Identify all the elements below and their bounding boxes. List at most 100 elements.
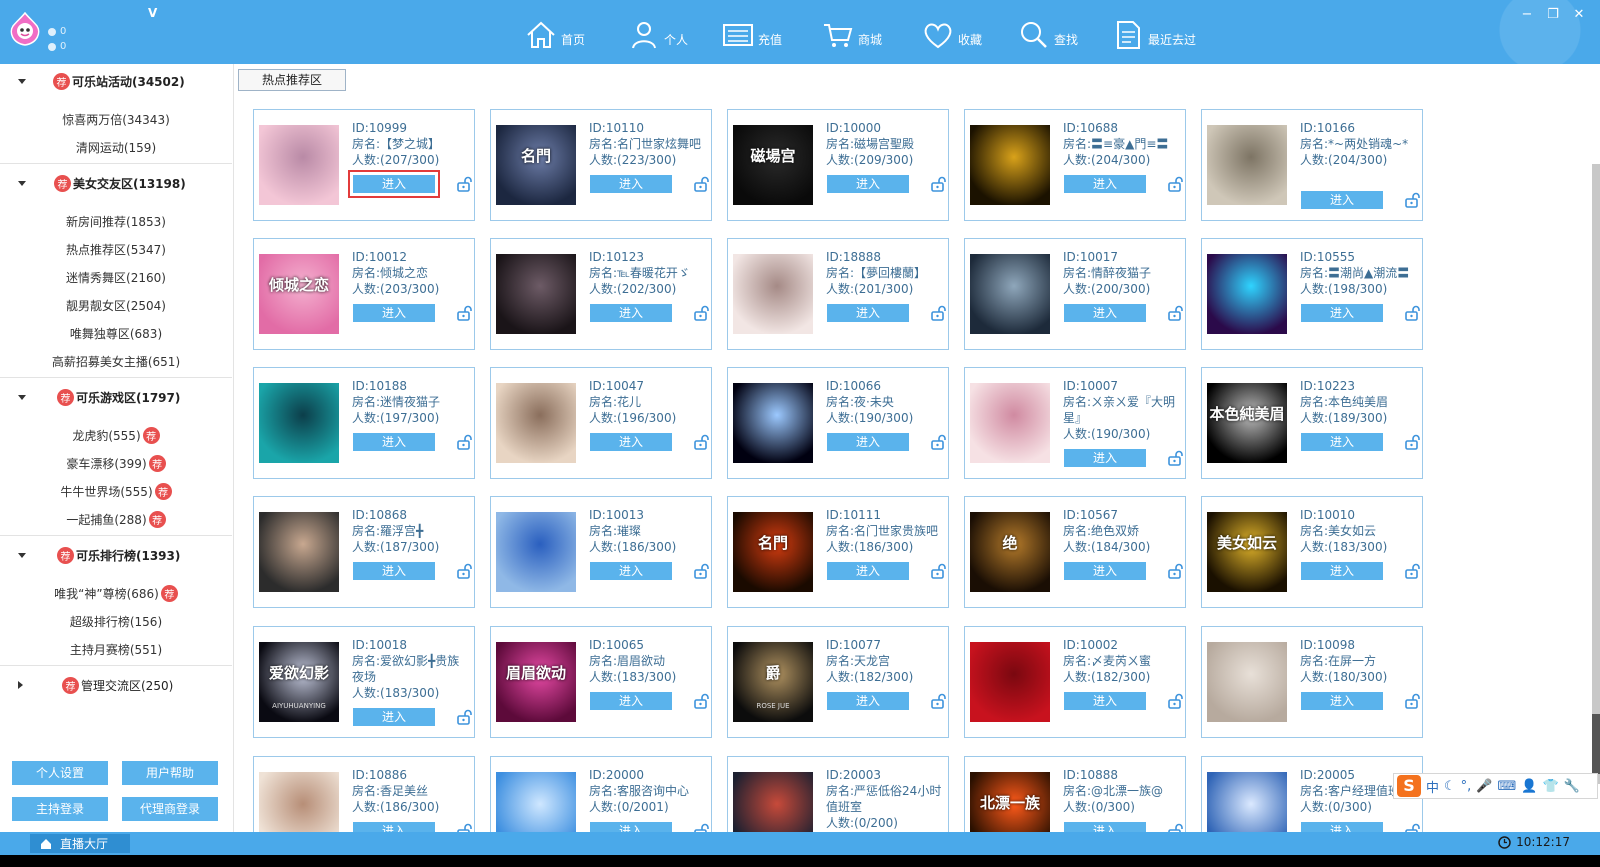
- close-button[interactable]: ✕: [1572, 8, 1586, 22]
- enter-room-button[interactable]: 进入: [827, 692, 909, 710]
- scrollbar-thumb[interactable]: [1592, 714, 1600, 774]
- sogou-logo-icon[interactable]: S: [1397, 775, 1421, 797]
- mic-icon[interactable]: 🎤: [1476, 779, 1492, 794]
- nav-search[interactable]: 查找: [1018, 18, 1078, 50]
- room-card[interactable]: ID:20000 房名:客服咨询中心 人数:(0/2001) 进入: [490, 756, 712, 832]
- nav-personal[interactable]: 个人: [628, 18, 688, 50]
- enter-room-button[interactable]: 进入: [1064, 175, 1146, 193]
- unlock-icon[interactable]: [1168, 823, 1184, 832]
- sidebar-item[interactable]: 龙虎豹(555) 荐: [0, 423, 232, 447]
- tools-icon[interactable]: 🔧: [1564, 779, 1580, 794]
- sidebar-item[interactable]: 牛牛世界场(555) 荐: [0, 479, 232, 503]
- enter-room-button[interactable]: 进入: [353, 433, 435, 451]
- enter-room-button[interactable]: 进入: [1301, 304, 1383, 322]
- unlock-icon[interactable]: [457, 305, 473, 321]
- nav-shop[interactable]: 商城: [822, 18, 882, 50]
- room-card[interactable]: 磁場宫 ID:10000 房名:磁場宫聖殿 人数:(209/300) 进入: [727, 109, 949, 221]
- room-thumbnail[interactable]: [1207, 254, 1287, 334]
- sidebar-item[interactable]: 豪车漂移(399) 荐: [0, 451, 232, 475]
- enter-room-button[interactable]: 进入: [590, 822, 672, 832]
- room-card[interactable]: 名門 ID:10111 房名:名门世家贵族吧 人数:(186/300) 进入: [727, 496, 949, 608]
- unlock-icon[interactable]: [457, 176, 473, 192]
- sidebar-item[interactable]: 一起捕鱼(288) 荐: [0, 507, 232, 531]
- unlock-icon[interactable]: [1405, 192, 1421, 208]
- nav-recharge[interactable]: 充值: [722, 18, 782, 50]
- room-thumbnail[interactable]: [733, 254, 813, 334]
- personal-settings-button[interactable]: 个人设置: [12, 761, 108, 785]
- nav-recent[interactable]: 最近去过: [1112, 18, 1196, 50]
- minimize-button[interactable]: −: [1520, 8, 1534, 22]
- unlock-icon[interactable]: [931, 434, 947, 450]
- room-thumbnail[interactable]: [259, 512, 339, 592]
- unlock-icon[interactable]: [1168, 176, 1184, 192]
- enter-room-button[interactable]: 进入: [1301, 692, 1383, 710]
- unlock-icon[interactable]: [1405, 823, 1421, 832]
- sidebar-item[interactable]: 新房间推荐(1853): [0, 209, 232, 233]
- room-card[interactable]: ID:20005 房名:客户经理值班室 人数:(0/300) 进入: [1201, 756, 1423, 832]
- room-thumbnail[interactable]: 绝: [970, 512, 1050, 592]
- room-card[interactable]: 本色純美眉 ID:10223 房名:本色纯美眉 人数:(189/300) 进入: [1201, 367, 1423, 479]
- live-hall-tab[interactable]: 直播大厅: [30, 834, 130, 853]
- room-thumbnail[interactable]: 爵 ROSE JUE: [733, 642, 813, 722]
- scrollbar-track[interactable]: [1592, 164, 1600, 784]
- category-game-zone[interactable]: 荐 可乐游戏区(1797): [0, 380, 232, 414]
- enter-room-button[interactable]: 进入: [590, 692, 672, 710]
- sidebar-item[interactable]: 惊喜两万倍(34343): [0, 107, 232, 131]
- unlock-icon[interactable]: [1405, 434, 1421, 450]
- moon-icon[interactable]: ☾: [1444, 779, 1456, 794]
- category-kele-activity[interactable]: 荐 可乐站活动(34502): [0, 64, 232, 98]
- room-card[interactable]: ID:10123 房名:℡春暖花开ゞ 人数:(202/300) 进入: [490, 238, 712, 350]
- unlock-icon[interactable]: [457, 823, 473, 832]
- enter-room-button[interactable]: 进入: [1064, 692, 1146, 710]
- room-card[interactable]: ID:10188 房名:迷情夜猫子 人数:(197/300) 进入: [253, 367, 475, 479]
- enter-room-button[interactable]: 进入: [348, 170, 440, 198]
- enter-room-button[interactable]: 进入: [590, 175, 672, 193]
- category-admin-exchange[interactable]: 荐 管理交流区(250): [0, 668, 232, 702]
- unlock-icon[interactable]: [1168, 450, 1184, 466]
- sidebar-item[interactable]: 清网运动(159): [0, 135, 232, 159]
- enter-room-button[interactable]: 进入: [353, 708, 435, 726]
- unlock-icon[interactable]: [1168, 563, 1184, 579]
- punct-icon[interactable]: °,: [1461, 779, 1472, 794]
- unlock-icon[interactable]: [931, 176, 947, 192]
- room-card[interactable]: ID:18888 房名:【夢回樓蘭】 人数:(201/300) 进入: [727, 238, 949, 350]
- room-card[interactable]: 美女如云 ID:10010 房名:美女如云 人数:(183/300) 进入: [1201, 496, 1423, 608]
- room-card[interactable]: 倾城之恋 ID:10012 房名:倾城之恋 人数:(203/300) 进入: [253, 238, 475, 350]
- maximize-button[interactable]: ❐: [1546, 8, 1560, 22]
- enter-room-button[interactable]: 进入: [1064, 304, 1146, 322]
- room-card[interactable]: 爱欲幻影 AIYUHUANYING ID:10018 房名:爱欲幻影╋贵族夜场 人数:(…: [253, 626, 475, 738]
- unlock-icon[interactable]: [457, 563, 473, 579]
- room-card[interactable]: 绝 ID:10567 房名:绝色双娇 人数:(184/300) 进入: [964, 496, 1186, 608]
- enter-room-button[interactable]: 进入: [1301, 433, 1383, 451]
- room-thumbnail[interactable]: 名門: [733, 512, 813, 592]
- room-thumbnail[interactable]: [496, 254, 576, 334]
- room-thumbnail[interactable]: [496, 383, 576, 463]
- room-card[interactable]: ID:10166 房名:*~两处销魂~* 人数:(204/300) 进入: [1201, 109, 1423, 221]
- nav-favorites[interactable]: 收藏: [922, 18, 982, 50]
- unlock-icon[interactable]: [457, 709, 473, 725]
- enter-room-button[interactable]: 进入: [827, 304, 909, 322]
- sidebar-item[interactable]: 主持月赛榜(551): [0, 637, 232, 661]
- room-thumbnail[interactable]: [970, 125, 1050, 205]
- room-card[interactable]: ID:10007 房名:ㄨ亲ㄨ爱『大明星』 人数:(190/300) 进入: [964, 367, 1186, 479]
- room-card[interactable]: ID:20003房名:严惩低俗24小时值班室人数:(0/200)进入: [727, 756, 949, 832]
- room-thumbnail[interactable]: [1207, 642, 1287, 722]
- room-thumbnail[interactable]: [733, 772, 813, 832]
- room-card[interactable]: ID:10002 房名:〆麦芮ㄨ蜜 人数:(182/300) 进入: [964, 626, 1186, 738]
- unlock-icon[interactable]: [694, 563, 710, 579]
- room-thumbnail[interactable]: 美女如云: [1207, 512, 1287, 592]
- enter-room-button[interactable]: 进入: [1301, 191, 1383, 209]
- unlock-icon[interactable]: [1168, 693, 1184, 709]
- room-thumbnail[interactable]: [970, 254, 1050, 334]
- room-thumbnail[interactable]: 北漂一族: [970, 772, 1050, 832]
- enter-room-button[interactable]: 进入: [827, 562, 909, 580]
- room-thumbnail[interactable]: 本色純美眉: [1207, 383, 1287, 463]
- room-thumbnail[interactable]: [733, 383, 813, 463]
- user-icon[interactable]: 👤: [1521, 779, 1537, 794]
- enter-room-button[interactable]: 进入: [590, 304, 672, 322]
- room-card[interactable]: ID:10098 房名:在屏一方 人数:(180/300) 进入: [1201, 626, 1423, 738]
- room-card[interactable]: 北漂一族 ID:10888 房名:@北漂一族@ 人数:(0/300) 进入: [964, 756, 1186, 832]
- room-card[interactable]: ID:10017 房名:情醉夜猫子 人数:(200/300) 进入: [964, 238, 1186, 350]
- room-card[interactable]: ID:10999 房名:【梦之城】 人数:(207/300) 进入: [253, 109, 475, 221]
- unlock-icon[interactable]: [1168, 305, 1184, 321]
